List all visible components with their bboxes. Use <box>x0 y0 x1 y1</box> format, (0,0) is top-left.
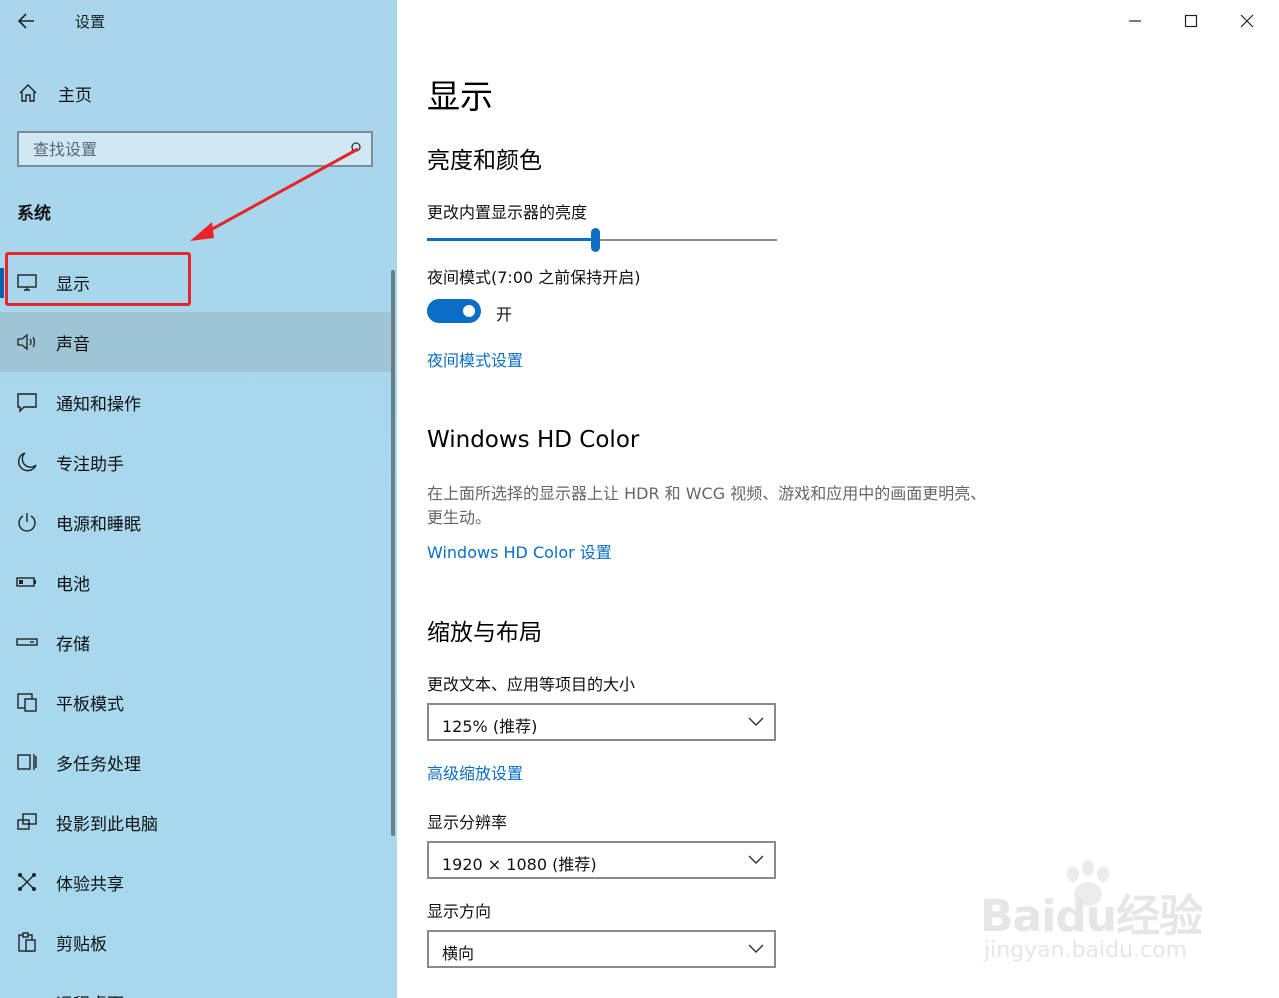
tablet-mode-icon <box>17 693 37 712</box>
toggle-knob <box>463 305 475 317</box>
speaker-icon <box>17 333 36 351</box>
sidebar-item-label: 体验共享 <box>56 875 124 895</box>
scale-value: 125% (推荐) <box>442 717 538 736</box>
orientation-label: 显示方向 <box>427 902 492 921</box>
search-icon[interactable] <box>347 141 363 157</box>
power-icon <box>18 513 36 532</box>
sidebar-item-label: 显示 <box>56 275 90 295</box>
sidebar-item-focus-assist[interactable]: 专注助手 <box>0 432 394 492</box>
sidebar-item-battery[interactable]: 电池 <box>0 552 394 612</box>
notification-icon <box>17 393 37 413</box>
sidebar-item-notifications[interactable]: 通知和操作 <box>0 372 394 432</box>
sidebar-nav: 显示 声音 通知和操作 专注助手 电源和睡眠 电池 存储 平板模式 多任务处理 … <box>0 252 397 998</box>
sidebar-item-label: 投影到此电脑 <box>56 815 158 835</box>
sidebar-item-display[interactable]: 显示 <box>0 252 394 312</box>
sidebar-item-storage[interactable]: 存储 <box>0 612 394 672</box>
main-content: 显示 亮度和颜色 更改内置显示器的亮度 夜间模式(7:00 之前保持开启) 开 … <box>397 0 1279 998</box>
sidebar-item-label: 平板模式 <box>56 695 124 715</box>
monitor-icon <box>17 274 37 291</box>
scale-label: 更改文本、应用等项目的大小 <box>427 675 636 694</box>
night-light-toggle[interactable] <box>427 299 481 323</box>
sidebar-item-label: 剪贴板 <box>56 935 107 955</box>
close-icon <box>1240 14 1254 28</box>
scale-layout-heading: 缩放与布局 <box>427 620 542 646</box>
sidebar-item-tablet-mode[interactable]: 平板模式 <box>0 672 394 732</box>
hd-color-settings-link[interactable]: Windows HD Color 设置 <box>427 539 612 563</box>
sidebar-item-remote-desktop[interactable]: 远程桌面 <box>0 972 394 998</box>
battery-icon <box>16 577 36 587</box>
close-button[interactable] <box>1219 0 1275 42</box>
remote-desktop-icon <box>16 991 38 998</box>
brightness-heading: 亮度和颜色 <box>427 148 542 174</box>
slider-thumb[interactable] <box>591 228 600 252</box>
brightness-label: 更改内置显示器的亮度 <box>427 203 588 222</box>
search-box[interactable] <box>17 131 373 167</box>
chevron-down-icon <box>748 855 764 864</box>
sidebar-item-label: 电源和睡眠 <box>56 515 141 535</box>
sidebar-item-label: 电池 <box>56 575 90 595</box>
sidebar-item-label: 专注助手 <box>56 455 124 475</box>
sidebar-item-label: 远程桌面 <box>56 990 124 998</box>
sidebar-item-home[interactable]: 主页 <box>0 70 397 114</box>
night-light-settings-link[interactable]: 夜间模式设置 <box>427 347 523 371</box>
night-light-state: 开 <box>496 305 513 324</box>
sidebar-item-project[interactable]: 投影到此电脑 <box>0 792 394 852</box>
hd-color-description: 在上面所选择的显示器上让 HDR 和 WCG 视频、游戏和应用中的画面更明亮、更… <box>427 484 987 527</box>
sidebar-item-label: 多任务处理 <box>56 755 141 775</box>
brightness-slider[interactable] <box>427 228 777 252</box>
resolution-value: 1920 × 1080 (推荐) <box>442 855 597 874</box>
sidebar-item-label: 通知和操作 <box>56 395 141 415</box>
back-arrow-icon <box>17 13 34 29</box>
back-button[interactable] <box>14 8 42 34</box>
sidebar-item-multitasking[interactable]: 多任务处理 <box>0 732 394 792</box>
scale-dropdown[interactable]: 125% (推荐) <box>427 703 776 741</box>
resolution-label: 显示分辨率 <box>427 813 508 832</box>
home-icon <box>19 84 37 102</box>
sidebar-item-clipboard[interactable]: 剪贴板 <box>0 912 394 972</box>
orientation-value: 横向 <box>442 944 475 963</box>
sidebar-item-power-sleep[interactable]: 电源和睡眠 <box>0 492 394 552</box>
orientation-dropdown[interactable]: 横向 <box>427 930 776 968</box>
minimize-icon <box>1129 20 1141 22</box>
sidebar-item-shared-experiences[interactable]: 体验共享 <box>0 852 394 912</box>
chevron-down-icon <box>748 944 764 953</box>
app-title: 设置 <box>75 13 106 31</box>
storage-icon <box>16 638 38 646</box>
section-title: 系统 <box>17 204 51 224</box>
sidebar: 设置 主页 系统 显示 声音 <box>0 0 397 998</box>
page-title: 显示 <box>427 77 493 116</box>
moon-icon <box>17 452 37 472</box>
maximize-button[interactable] <box>1163 0 1219 42</box>
advanced-scaling-link[interactable]: 高级缩放设置 <box>427 760 523 784</box>
project-icon <box>17 813 37 830</box>
maximize-icon <box>1184 14 1198 28</box>
sidebar-scrollbar[interactable] <box>391 270 395 836</box>
chevron-down-icon <box>748 717 764 726</box>
clipboard-icon <box>18 932 36 952</box>
shared-experiences-icon <box>18 873 36 891</box>
multitasking-icon <box>17 754 37 770</box>
search-input[interactable] <box>19 133 339 165</box>
sidebar-item-sound[interactable]: 声音 <box>0 312 394 372</box>
resolution-dropdown[interactable]: 1920 × 1080 (推荐) <box>427 841 776 879</box>
sidebar-item-label: 声音 <box>56 335 90 355</box>
hd-color-heading: Windows HD Color <box>427 427 640 453</box>
night-light-label: 夜间模式(7:00 之前保持开启) <box>427 268 641 287</box>
slider-fill <box>427 238 595 241</box>
sidebar-item-label: 主页 <box>58 86 92 106</box>
minimize-button[interactable] <box>1107 0 1163 42</box>
sidebar-item-label: 存储 <box>56 635 90 655</box>
